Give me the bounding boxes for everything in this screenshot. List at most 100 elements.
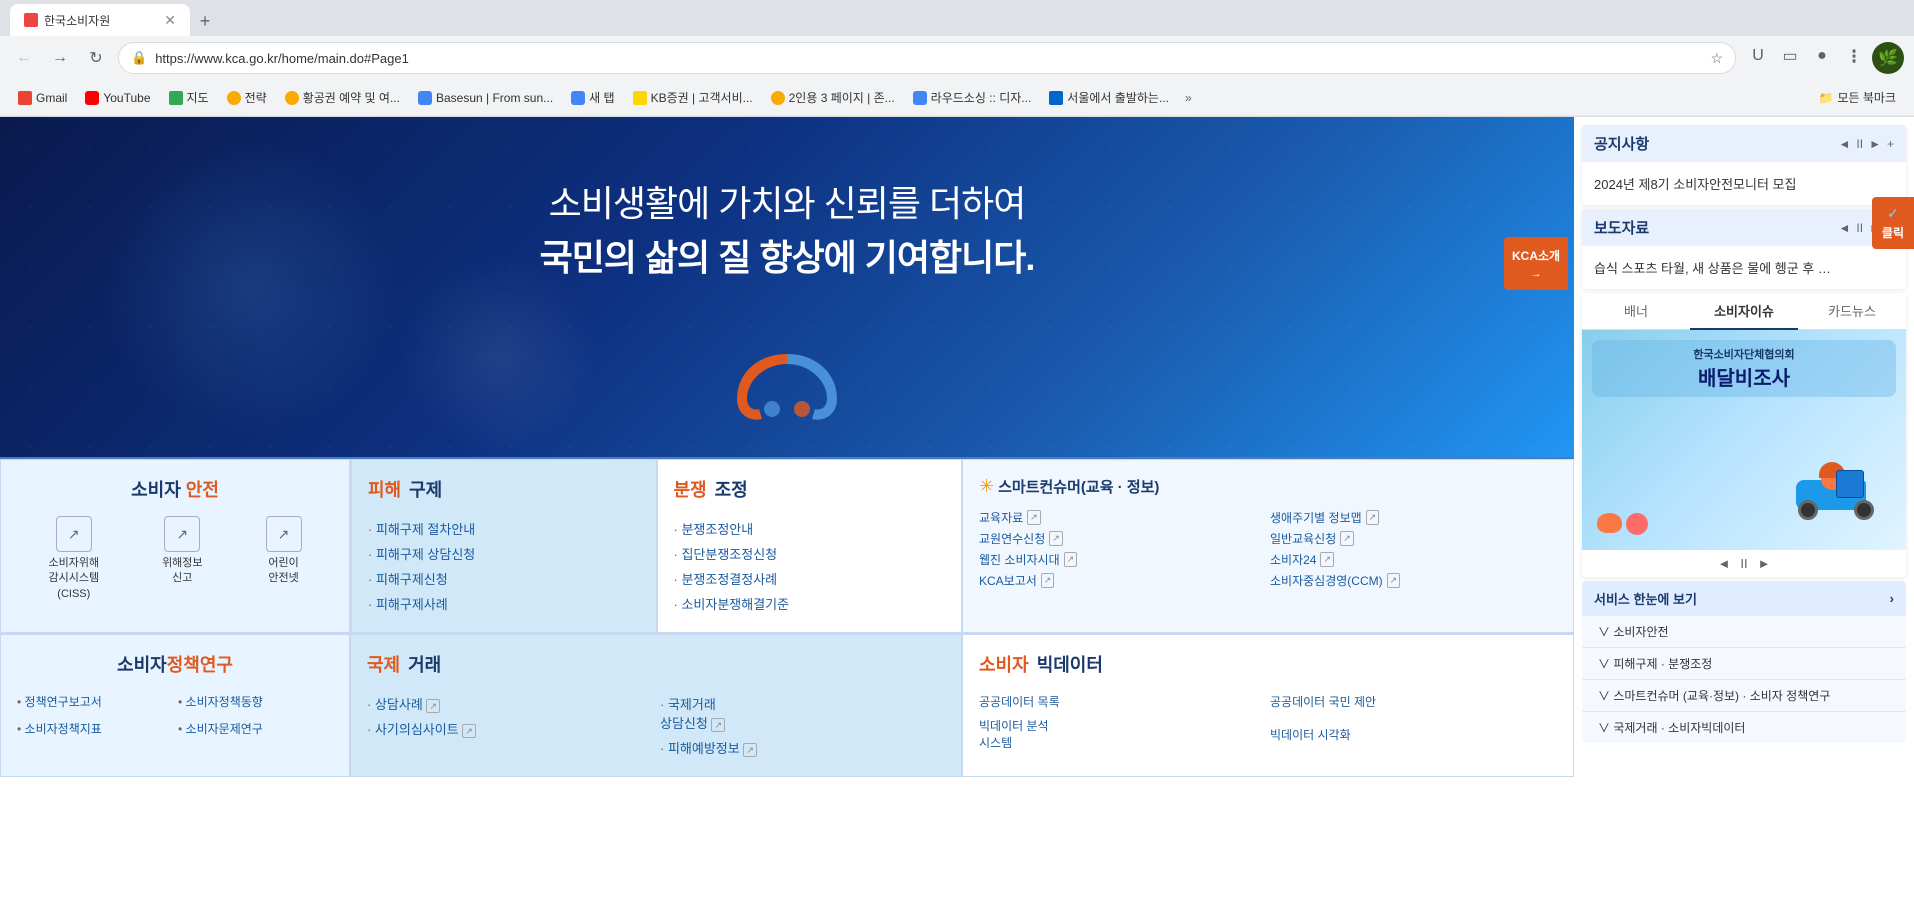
bigdata-kanji: 소비자 — [979, 651, 1029, 677]
damage-link-4[interactable]: 피해구제사례 — [368, 591, 640, 616]
cast-button[interactable]: ▭ — [1776, 42, 1804, 70]
service-nav-title[interactable]: 서비스 한눈에 보기 › — [1582, 581, 1906, 616]
dispute-link-1[interactable]: 분쟁조정안내 — [674, 516, 946, 541]
bigdata-link-public-list[interactable]: 공공데이터 목록 — [979, 691, 1266, 712]
banner-pause-btn[interactable]: II — [1740, 556, 1747, 571]
service-item-smart[interactable]: ∨ 스마트컨슈머 (교육·정보) · 소비자 정책연구 — [1582, 680, 1906, 712]
new-tab-button[interactable]: + — [190, 6, 220, 36]
content-grid-row1: 소비자 안전 ↗ 소비자위해감시시스템(CISS) ↗ 위해정보신고 ↗ 어린이… — [0, 457, 1574, 633]
right-panel: ✓ 클릭 KCA소개 → 공지사항 ◄ II ► + 2024년 제8기 소비자… — [1574, 117, 1914, 777]
ciss-item[interactable]: ↗ 소비자위해감시시스템(CISS) — [48, 516, 99, 602]
address-bar[interactable]: 🔒 https://www.kca.go.kr/home/main.do#Pag… — [118, 42, 1736, 74]
tab-consumer-issue[interactable]: 소비자이슈 — [1690, 293, 1798, 330]
child-safety-item[interactable]: ↗ 어린이안전넷 — [266, 516, 302, 602]
dispute-link-4[interactable]: 소비자분쟁해결기준 — [674, 591, 946, 616]
damage-link-1[interactable]: 피해구제 절차안내 — [368, 516, 640, 541]
bookmark-star-icon[interactable]: ☆ — [1710, 50, 1723, 67]
back-button[interactable]: ← — [10, 44, 38, 72]
user-avatar[interactable]: 🌿 — [1872, 42, 1904, 74]
policy-link-2[interactable]: 소비자정책동향 — [178, 691, 333, 712]
more-bookmarks-button[interactable]: » — [1179, 87, 1198, 109]
banner-next-btn[interactable]: ► — [1758, 556, 1771, 571]
dispute-link-2[interactable]: 집단분쟁조정신청 — [674, 541, 946, 566]
banner-prev-btn[interactable]: ◄ — [1718, 556, 1731, 571]
smart-link-webzine[interactable]: 웹진 소비자시대 ↗ — [979, 549, 1266, 570]
active-tab[interactable]: 한국소비자원 ✕ — [10, 4, 190, 36]
smart-link-general-edu[interactable]: 일반교육신청 ↗ — [1270, 528, 1557, 549]
child-safety-label: 어린이안전넷 — [266, 556, 302, 587]
hazard-icon: ↗ — [164, 516, 200, 552]
bigdata-link-analysis[interactable]: 빅데이터 분석시스템 — [979, 716, 1266, 754]
bookmark-youtube[interactable]: YouTube — [77, 87, 158, 109]
service-item-damage[interactable]: ∨ 피해구제 · 분쟁조정 — [1582, 648, 1906, 680]
press-pause-btn[interactable]: II — [1856, 221, 1863, 235]
service-item-intl[interactable]: ∨ 국제거래 · 소비자빅데이터 — [1582, 712, 1906, 743]
damage-link-2[interactable]: 피해구제 상담신청 — [368, 541, 640, 566]
bookmark-label: KB증권 | 고객서비... — [651, 89, 753, 106]
bookmark-maps[interactable]: 지도 — [161, 85, 217, 110]
dispute-link-3[interactable]: 분쟁조정결정사례 — [674, 566, 946, 591]
maps-favicon — [169, 91, 183, 105]
browser-tabs: 한국소비자원 ✕ + — [0, 0, 1914, 36]
all-bookmarks-button[interactable]: 📁 모든 북마크 — [1811, 85, 1905, 110]
dispute-rest: 조정 — [715, 476, 748, 502]
smart-link-ccm[interactable]: 소비자중심경영(CCM) ↗ — [1270, 570, 1557, 591]
intl-left-links: 상담사례 ↗ 사기의심사이트 ↗ — [367, 691, 652, 760]
bookmark-2person[interactable]: 2인용 3 페이지 | 존... — [763, 85, 903, 110]
settings-button[interactable]: ⁝ — [1840, 42, 1868, 70]
profile-button[interactable]: ● — [1808, 42, 1836, 70]
extensions-button[interactable]: U — [1744, 42, 1772, 70]
bookmark-loud[interactable]: 라우드소싱 :: 디자... — [905, 85, 1040, 110]
hazard-report-item[interactable]: ↗ 위해정보신고 — [162, 516, 202, 602]
service-item-safety[interactable]: ∨ 소비자안전 — [1582, 616, 1906, 648]
press-content: 습식 스포츠 타월, 새 상품은 물에 헹군 후 … — [1582, 246, 1906, 289]
notice-prev-btn[interactable]: ◄ — [1839, 137, 1851, 151]
smart-link-edu[interactable]: 교육자료 ↗ — [979, 507, 1266, 528]
intl-rest: 거래 — [408, 651, 441, 677]
bigdata-links-grid: 공공데이터 목록 공공데이터 국민 제안 빅데이터 분석시스템 빅데이터 시각화 — [979, 691, 1557, 754]
service-nav: 서비스 한눈에 보기 › ∨ 소비자안전 ∨ 피해구제 · 분쟁조정 ∨ 스마트… — [1582, 581, 1906, 743]
damage-kanji: 피해 — [368, 476, 401, 502]
click-label: 클릭 — [1882, 224, 1904, 241]
bookmark-gmail[interactable]: Gmail — [10, 87, 75, 109]
youtube-favicon — [85, 91, 99, 105]
damage-link-3[interactable]: 피해구제신청 — [368, 566, 640, 591]
reload-button[interactable]: ↻ — [82, 44, 110, 72]
damage-relief-cell: 피해 구제 피해구제 절차안내 피해구제 상담신청 피해구제신청 피해구제사례 — [351, 459, 657, 633]
newtab-favicon — [571, 91, 585, 105]
dispute-cell: 분쟁 조정 분쟁조정안내 집단분쟁조정신청 분쟁조정결정사례 소비자분쟁해결기준 — [657, 459, 963, 633]
bookmark-newtab[interactable]: 새 탭 — [563, 85, 622, 110]
bookmark-seoul[interactable]: 서울에서 출발하는... — [1041, 85, 1177, 110]
child-safety-icon: ↗ — [266, 516, 302, 552]
notice-plus-btn[interactable]: + — [1887, 137, 1894, 151]
bookmark-kb[interactable]: KB증권 | 고객서비... — [625, 85, 761, 110]
bookmark-strategy[interactable]: 전략 — [219, 85, 275, 110]
bookmark-basesun[interactable]: Basesun | From sun... — [410, 87, 561, 109]
intl-link-consult-apply[interactable]: 국제거래상담신청 ↗ — [660, 691, 945, 735]
intl-link-consult[interactable]: 상담사례 ↗ — [367, 691, 652, 716]
policy-link-3[interactable]: 소비자정책지표 — [17, 718, 172, 739]
press-prev-btn[interactable]: ◄ — [1839, 221, 1851, 235]
smart-link-teacher[interactable]: 교원연수신청 ↗ — [979, 528, 1266, 549]
smart-link-consumer24[interactable]: 소비자24 ↗ — [1270, 549, 1557, 570]
click-button[interactable]: ✓ 클릭 — [1872, 197, 1914, 249]
policy-link-4[interactable]: 소비자문제연구 — [178, 718, 333, 739]
intl-link-fraud[interactable]: 사기의심사이트 ↗ — [367, 716, 652, 741]
smart-link-lifecycle[interactable]: 생애주기별 정보맵 ↗ — [1270, 507, 1557, 528]
tab-banner[interactable]: 배너 — [1582, 293, 1690, 329]
bookmark-flight[interactable]: 황공권 예약 및 여... — [277, 85, 408, 110]
forward-button[interactable]: → — [46, 44, 74, 72]
policy-link-1[interactable]: 정책연구보고서 — [17, 691, 172, 712]
kca-intro-side-tab[interactable]: KCA소개 → — [1504, 237, 1568, 290]
tab-close-button[interactable]: ✕ — [164, 12, 176, 29]
tab-card-news[interactable]: 카드뉴스 — [1798, 293, 1906, 329]
notice-pause-btn[interactable]: II — [1856, 137, 1863, 151]
smart-links-grid: 교육자료 ↗ 교원연수신청 ↗ 웹진 소비자시대 ↗ KCA보고서 ↗ 생애주기… — [979, 507, 1557, 591]
banner-text-box: 한국소비자단체협의회 배달비조사 — [1592, 340, 1896, 397]
notice-next-btn[interactable]: ► — [1869, 137, 1881, 151]
bigdata-link-public-propose[interactable]: 공공데이터 국민 제안 — [1270, 691, 1557, 712]
intl-link-prevention[interactable]: 피해예방정보 ↗ — [660, 735, 945, 760]
banner-main-text: 배달비조사 — [1602, 362, 1886, 391]
smart-link-kca-report[interactable]: KCA보고서 ↗ — [979, 570, 1266, 591]
bigdata-link-visual[interactable]: 빅데이터 시각화 — [1270, 716, 1557, 754]
